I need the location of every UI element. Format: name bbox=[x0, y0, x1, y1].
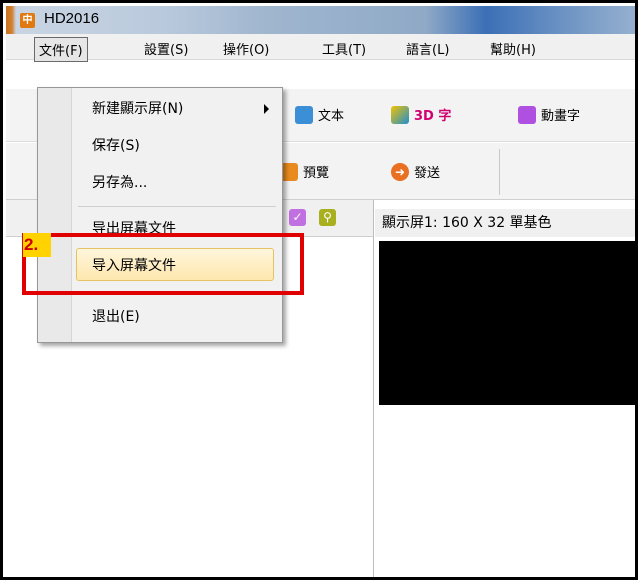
menu-language[interactable]: 語言(L) bbox=[402, 37, 453, 60]
menu-separator bbox=[78, 206, 276, 207]
step-number-badge: 2. bbox=[23, 233, 51, 257]
pinwheel-icon bbox=[518, 105, 536, 124]
arrow-right-icon: ➜ bbox=[391, 162, 409, 181]
text-button[interactable]: 文本 bbox=[295, 105, 344, 124]
menu-item-new-screen[interactable]: 新建顯示屏(N) bbox=[92, 98, 183, 118]
menu-tools[interactable]: 工具(T) bbox=[318, 37, 370, 60]
send-button[interactable]: ➜ 發送 bbox=[391, 162, 440, 181]
toolbar-separator bbox=[499, 149, 500, 195]
menu-bar: 文件(F) 設置(S) 操作(O) 工具(T) 語言(L) 幫助(H) bbox=[6, 34, 635, 62]
menu-item-save-as[interactable]: 另存為... bbox=[92, 172, 147, 192]
led-screen-preview[interactable] bbox=[379, 241, 635, 405]
file-menu-dropdown: 新建顯示屏(N) 保存(S) 另存為... 导出屏幕文件 导入屏幕文件 退出(E… bbox=[37, 87, 283, 343]
text-3d-button[interactable]: 3D 字 bbox=[391, 105, 451, 124]
menu-settings[interactable]: 設置(S) bbox=[140, 37, 192, 60]
annotation-highlight-box bbox=[22, 233, 304, 295]
screen-workspace bbox=[379, 405, 635, 577]
text-3d-button-label: 3D 字 bbox=[414, 109, 452, 124]
app-logo-icon: 中 bbox=[20, 13, 35, 28]
application-window: 中 HD2016 文件(F) 設置(S) 操作(O) 工具(T) 語言(L) 幫… bbox=[0, 0, 638, 580]
menu-operation[interactable]: 操作(O) bbox=[219, 37, 273, 60]
screen-title: 顯示屏1: 160 X 32 單基色 bbox=[375, 209, 635, 237]
book-icon bbox=[295, 105, 313, 124]
check-icon[interactable]: ✓ bbox=[289, 209, 306, 226]
menu-item-save[interactable]: 保存(S) bbox=[92, 135, 140, 155]
menu-icon-gutter bbox=[38, 88, 72, 342]
preview-button-label: 預覽 bbox=[303, 166, 330, 181]
send-button-label: 發送 bbox=[414, 166, 441, 181]
window-title: HD2016 bbox=[44, 10, 100, 27]
text-button-label: 文本 bbox=[318, 109, 345, 124]
cube-3d-icon bbox=[391, 105, 409, 124]
menu-file[interactable]: 文件(F) bbox=[34, 37, 88, 62]
title-bar: 中 HD2016 bbox=[6, 6, 635, 34]
preview-button[interactable]: 預覽 bbox=[280, 162, 329, 181]
submenu-arrow-icon bbox=[264, 104, 269, 114]
menu-item-exit[interactable]: 退出(E) bbox=[92, 306, 140, 326]
animated-text-button[interactable]: 動畫字 bbox=[518, 105, 580, 124]
animated-text-button-label: 動畫字 bbox=[541, 109, 581, 124]
menu-help[interactable]: 幫助(H) bbox=[486, 37, 540, 60]
search-icon[interactable]: ⚲ bbox=[319, 209, 336, 226]
